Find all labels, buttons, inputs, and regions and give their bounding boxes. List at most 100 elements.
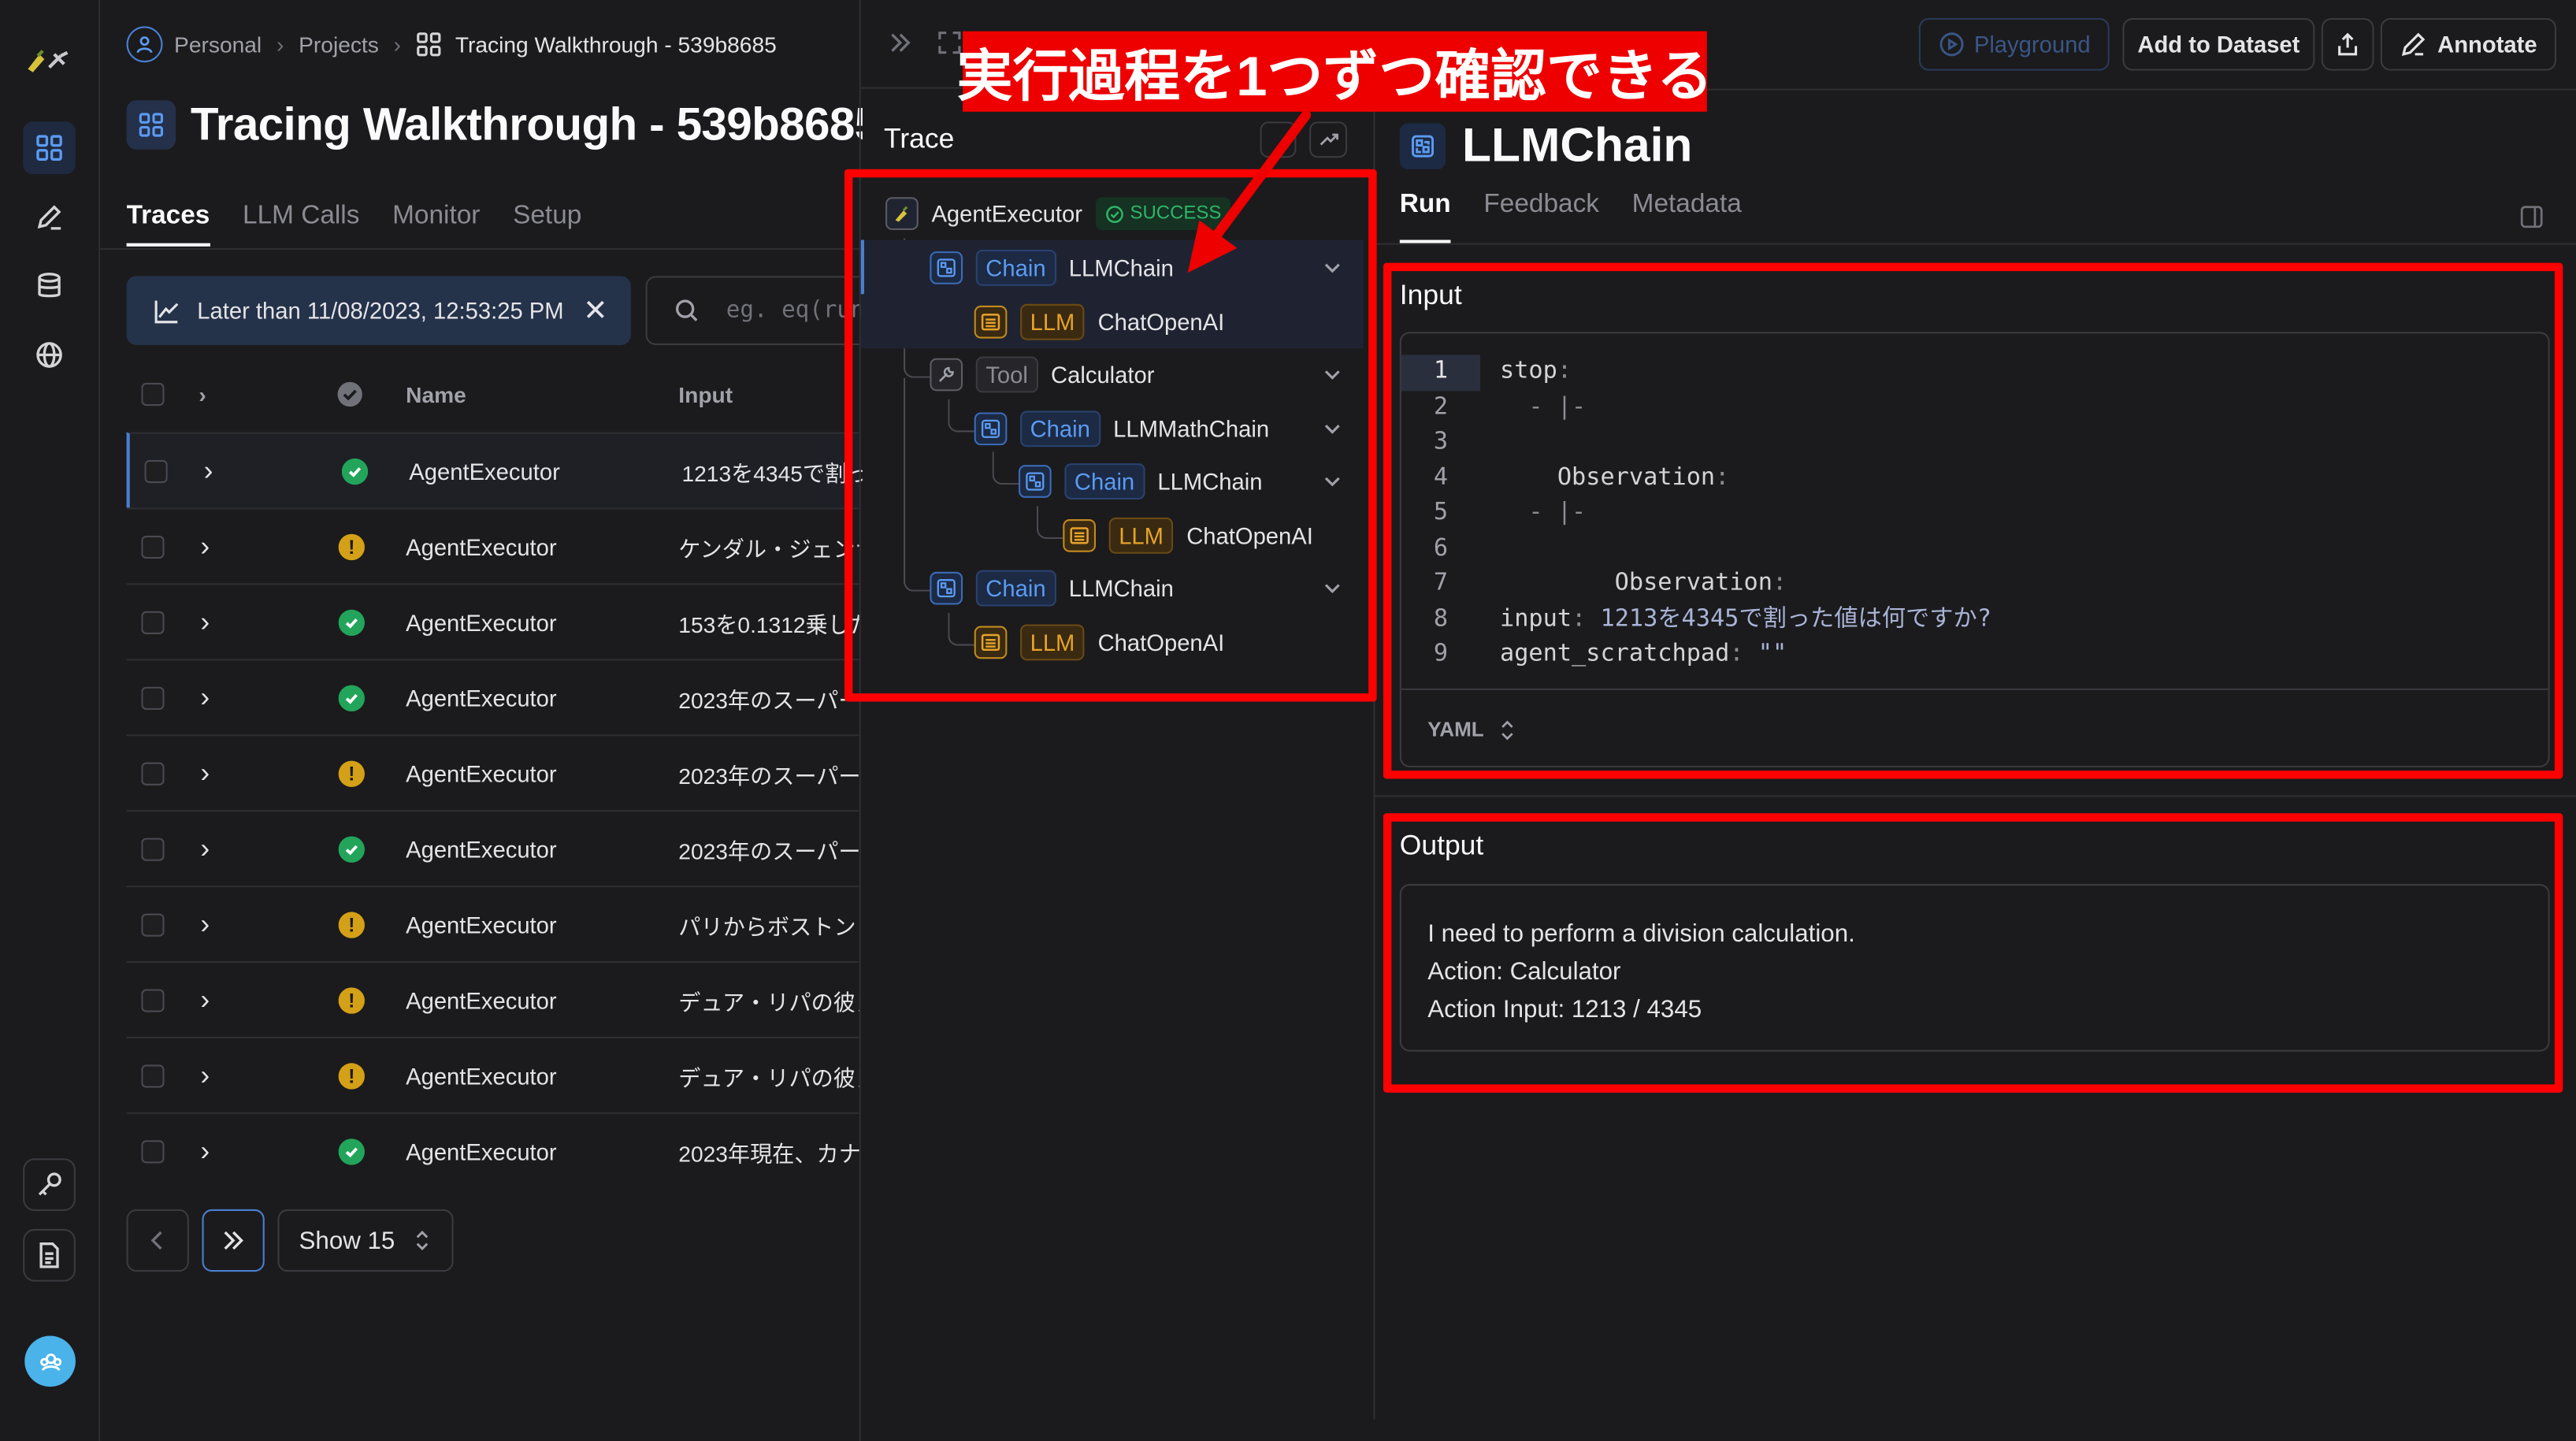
chevron-right-icon[interactable]: › — [200, 811, 210, 886]
row-checkbox[interactable] — [141, 1139, 165, 1163]
success-icon — [338, 1138, 365, 1164]
chevron-right-icon[interactable]: › — [200, 585, 210, 659]
chevron-right-icon[interactable]: › — [200, 736, 210, 810]
breadcrumb-personal[interactable]: Personal — [174, 32, 262, 57]
row-checkbox[interactable] — [141, 761, 165, 785]
tab-monitor[interactable]: Monitor — [392, 194, 480, 247]
pencil-icon — [2400, 32, 2426, 58]
tab-llm-calls[interactable]: LLM Calls — [243, 194, 359, 247]
next-page-button[interactable] — [202, 1209, 265, 1272]
row-input: 153を0.1312乗したら — [678, 611, 859, 637]
chevron-right-icon[interactable]: › — [200, 1038, 210, 1112]
user-avatar[interactable] — [24, 1335, 76, 1387]
table-row[interactable]: › AgentExecutor 153を0.1312乗したら — [126, 583, 859, 659]
annotate-button[interactable]: Annotate — [2380, 17, 2556, 71]
row-checkbox[interactable] — [141, 912, 165, 936]
breadcrumb-current[interactable]: Tracing Walkthrough - 539b8685 — [455, 32, 777, 57]
row-name: AgentExecutor — [406, 986, 557, 1013]
sidebar-toggle-icon[interactable] — [2520, 206, 2543, 228]
person-icon — [126, 26, 163, 63]
warning-icon: ! — [338, 911, 365, 938]
filter-label: Later than 11/08/2023, 12:53:25 PM — [197, 297, 564, 324]
row-checkbox[interactable] — [141, 1064, 165, 1087]
chevron-right-icon[interactable]: › — [200, 1114, 210, 1188]
breadcrumb-projects[interactable]: Projects — [299, 32, 379, 57]
add-to-dataset-button[interactable]: Add to Dataset — [2122, 17, 2315, 71]
row-name: AgentExecutor — [406, 835, 557, 862]
row-input: ケンダル・ジェンナーの — [678, 536, 859, 562]
page-size-select[interactable]: Show 15 — [277, 1209, 454, 1272]
project-tabs: Traces LLM Calls Monitor Setup — [126, 194, 581, 250]
trace-title: Trace — [883, 123, 955, 155]
chart-line-icon — [153, 296, 180, 324]
table-row[interactable]: ›! AgentExecutor デュア・リパの彼氏は — [126, 1036, 859, 1112]
page-size-label: Show 15 — [299, 1226, 395, 1255]
api-key-icon[interactable] — [23, 1158, 76, 1211]
langsmith-logo-icon[interactable] — [23, 35, 76, 87]
expand-all-icon[interactable]: › — [199, 358, 206, 431]
success-icon — [338, 608, 365, 636]
table-row[interactable]: ›! AgentExecutor ケンダル・ジェンナーの — [126, 507, 859, 583]
status-column-icon — [337, 358, 363, 431]
close-icon[interactable]: ✕ — [583, 293, 607, 328]
docs-icon[interactable] — [23, 1228, 76, 1282]
playground-button[interactable]: Playground — [1918, 17, 2110, 71]
divider — [1373, 795, 2576, 797]
column-input[interactable]: Input — [678, 358, 733, 431]
table-row[interactable]: ›! AgentExecutor デュア・リパの彼氏は — [126, 960, 859, 1037]
row-name: AgentExecutor — [406, 911, 557, 938]
row-name: AgentExecutor — [406, 608, 557, 636]
projects-icon[interactable] — [23, 121, 76, 175]
tab-traces[interactable]: Traces — [126, 194, 210, 247]
row-checkbox[interactable] — [141, 534, 165, 559]
success-icon — [341, 457, 369, 485]
tab-feedback[interactable]: Feedback — [1483, 191, 1599, 243]
table-row[interactable]: ›! AgentExecutor 2023年のスーパーボウル — [126, 734, 859, 810]
row-checkbox[interactable] — [141, 685, 165, 709]
search-input[interactable]: eg. eq(run_type, "chain") — [645, 276, 876, 345]
annotate-label: Annotate — [2437, 31, 2537, 58]
chevron-right-icon[interactable]: › — [200, 509, 210, 583]
row-checkbox[interactable] — [144, 459, 168, 483]
row-input: 2023年のスーパーボウル — [678, 763, 859, 788]
tab-metadata[interactable]: Metadata — [1632, 191, 1742, 243]
row-name: AgentExecutor — [406, 1138, 557, 1164]
row-checkbox[interactable] — [141, 837, 165, 860]
prev-page-button[interactable] — [126, 1209, 189, 1272]
row-checkbox[interactable] — [141, 988, 165, 1012]
breadcrumb: Personal › Projects › Tracing Walkthroug… — [126, 23, 777, 65]
globe-icon[interactable] — [23, 329, 76, 381]
row-name: AgentExecutor — [409, 457, 560, 485]
chevron-right-icon[interactable]: › — [200, 660, 210, 734]
datasets-icon[interactable] — [23, 260, 76, 313]
row-name: AgentExecutor — [406, 1062, 557, 1089]
playground-label: Playground — [1973, 31, 2091, 58]
success-icon — [338, 684, 365, 711]
chain-icon — [1399, 123, 1446, 169]
run-title: LLMChain — [1462, 119, 1693, 172]
chevron-right-icon[interactable]: › — [200, 887, 210, 961]
chevron-right-icon[interactable]: › — [200, 963, 210, 1037]
table-row[interactable]: › AgentExecutor 2023年のスーパーボウル — [126, 810, 859, 886]
success-icon — [338, 835, 365, 862]
table-row[interactable]: › AgentExecutor 2023年現在、カナダの — [126, 1112, 859, 1188]
table-row[interactable]: › AgentExecutor 2023年のスーパーボウル — [126, 659, 859, 734]
annotation-banner: 実行過程を1つずつ確認できる — [957, 31, 1713, 112]
chevron-updown-icon — [414, 1229, 431, 1252]
row-name: AgentExecutor — [406, 684, 557, 711]
table-row[interactable]: › AgentExecutor 1213を4345で割った値は何ですか? — [126, 432, 863, 508]
select-all-checkbox[interactable] — [141, 382, 165, 407]
table-row[interactable]: ›! AgentExecutor パリからボストンまで — [126, 886, 859, 961]
chevron-right-icon[interactable]: › — [204, 434, 213, 508]
collapse-panel-icon[interactable] — [887, 30, 913, 56]
row-input: パリからボストンまで — [678, 914, 859, 939]
share-icon[interactable] — [2321, 17, 2374, 71]
annotation-icon[interactable] — [23, 191, 76, 243]
tabs-divider — [100, 247, 859, 250]
tab-run[interactable]: Run — [1399, 191, 1451, 243]
run-title-row: LLMChain — [1399, 115, 1693, 177]
tab-setup[interactable]: Setup — [513, 194, 581, 247]
row-checkbox[interactable] — [141, 610, 165, 633]
date-filter-chip[interactable]: Later than 11/08/2023, 12:53:25 PM ✕ — [126, 276, 631, 345]
column-name[interactable]: Name — [406, 358, 466, 431]
